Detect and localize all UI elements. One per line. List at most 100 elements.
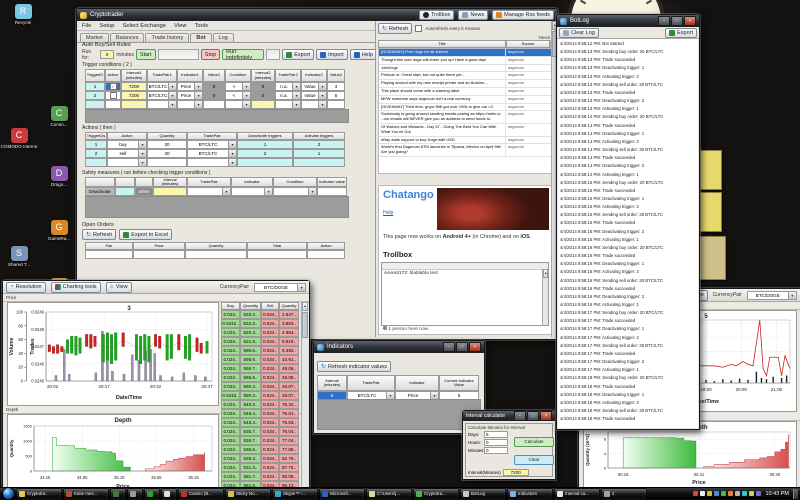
desktop-icon[interactable]: RRecycle [4,4,42,25]
table-cell[interactable]: BTC/LTC▼ [147,82,177,91]
table-cell[interactable]: n.a.▼ [275,82,301,91]
table-cell[interactable] [121,100,147,109]
dropdown-arrow-icon[interactable]: ▼ [168,92,176,99]
log-list[interactable]: 4/4/2014 9:58:12 PM: Bot Started4/4/2014… [558,39,698,428]
table-cell[interactable]: 7200 [121,91,147,100]
indicators-col-0[interactable]: Interval (minutes) [317,375,347,391]
news-row[interactable]: World's first Dogecoin ATM launches in T… [379,144,551,157]
indicators-col-2[interactable]: Indicator [395,375,439,391]
start-button[interactable]: Start [136,49,156,60]
actions-col-4[interactable]: Deactivate triggers [237,132,293,140]
orderbook-row[interactable]: 0.024..596.6..0.024..9.393.. [221,346,301,355]
actions-col-3[interactable]: TradePair [187,132,237,140]
menu-item-view[interactable]: View [174,23,186,29]
news-row[interactable]: Prelude or: Great start, but not quite t… [379,72,551,80]
news-button[interactable]: News [458,10,488,20]
table-cell[interactable] [105,91,121,100]
import-button[interactable]: Import [316,49,348,60]
orderbook-col-0[interactable]: Buy [221,302,240,310]
table-cell[interactable]: ▼ [275,100,301,109]
dropdown-arrow-icon[interactable]: ▼ [318,83,326,90]
table-cell[interactable] [153,187,187,196]
news-row[interactable]: MFW someone says dogecoin isn't a real c… [379,96,551,104]
safety-col-7[interactable]: Indicator value [317,177,347,187]
table-cell[interactable]: BTC/LTC▼ [187,149,237,158]
orderbook-col-3[interactable]: Quantity [279,302,299,310]
chat-scroll-up-icon[interactable]: ▲ [543,269,548,278]
orderbook-row[interactable]: 0.024..590.3..0.024..48.07.. [221,382,301,391]
minutes-input[interactable]: 0 [484,447,508,454]
table-cell[interactable]: ▼ [177,100,203,109]
manage-rss-button[interactable]: Manage Rss feeds [492,10,554,20]
chat-username[interactable]: Anon0172 [384,271,407,276]
table-cell[interactable]: ▼ [301,100,327,109]
minimize-button[interactable]: − [443,342,455,352]
dropdown-arrow-icon[interactable]: ▼ [292,101,300,108]
table-cell[interactable]: sell▼ [107,149,147,158]
dropdown-arrow-icon[interactable]: ▼ [308,188,316,195]
interval-titlebar[interactable]: Interval calculator − □ × [463,411,555,421]
taskbar-button[interactable]: Cryptotra... [413,488,459,500]
tray-icon[interactable] [700,491,705,496]
desktop-icon[interactable]: SShared T... [0,246,38,267]
actions-col-5[interactable]: Activate triggers [293,132,345,140]
orderbook-row[interactable]: 0.024..535.3..0.024..82.76.. [221,454,301,463]
table-cell[interactable] [327,100,345,109]
table-cell[interactable]: Value▼ [301,82,327,91]
taskbar-button[interactable] [110,488,126,500]
orderbook-scroll-up-icon[interactable]: ▲ [302,302,308,311]
trigger-col-4[interactable]: Indicator1 [177,69,203,82]
table-cell[interactable]: ▼ [187,158,237,167]
orderbook-row[interactable]: 0.024..633.2..0.024..2.947.. [221,310,301,319]
dropdown-arrow-icon[interactable]: ▼ [242,101,250,108]
dropdown-arrow-icon[interactable]: ▼ [222,188,230,195]
table-cell[interactable]: BTC/LTC▼ [147,91,177,100]
taskbar-button[interactable]: BotLog [460,488,506,500]
orderbook-row[interactable]: 0.024..536.6..0.024..77.85.. [221,445,301,454]
orderbook-row[interactable]: 0.024..595.6..0.024..48.08.. [221,373,301,382]
tray-icon[interactable] [742,491,747,496]
stop-button[interactable]: Stop [201,49,220,60]
orderbook-scroll-thumb[interactable] [302,312,308,338]
trigger-col-8[interactable]: TradePair2 [275,69,301,82]
trigger-col-2[interactable]: Interval1 (minutes) [121,69,147,82]
botlog-titlebar[interactable]: BotLog − □ × [557,15,699,27]
trigger-col-6[interactable]: Condition [225,69,251,82]
table-cell[interactable]: 30 [147,149,187,158]
news-row[interactable]: JoinDogedogecoin [379,65,551,73]
log-export-button[interactable]: Export [665,28,697,38]
table-cell[interactable] [147,158,187,167]
tray-icon[interactable] [714,491,719,496]
taskbar-button[interactable] [161,488,177,500]
dropdown-arrow-icon[interactable]: ▼ [194,101,202,108]
chatango-logo[interactable]: Chatango [383,189,434,201]
table-cell[interactable]: ▼ [147,100,177,109]
taskbar-button[interactable]: Interval ca... [554,488,600,500]
news-col-source[interactable]: Source [506,40,550,48]
export-button[interactable]: Export [282,49,314,60]
taskbar-button[interactable]: Skype™ -... [272,488,318,500]
sticky-note-gadget[interactable] [700,150,722,190]
indicators-titlebar[interactable]: Indicators − □ × [314,341,484,353]
table-cell[interactable]: Price▼ [177,91,203,100]
tray-icon[interactable] [707,491,712,496]
table-cell[interactable]: 3 [327,82,345,91]
safety-col-2[interactable] [135,177,153,187]
open-orders-col-4[interactable]: Action [307,242,345,250]
clear-button[interactable]: Clear [514,455,554,465]
sticky-note-gadget[interactable] [698,236,726,280]
news-row[interactable]: [GIVEAWAY] Third time, guys! Still got o… [379,104,551,112]
news-row[interactable]: [GIVEAWAY] Free doge for all shibes!doge… [379,49,551,57]
news-row[interactable]: This place should come with a warning la… [379,88,551,96]
tray-icon[interactable] [728,491,733,496]
table-cell[interactable]: ▼ [231,187,273,196]
dropdown-arrow-icon[interactable]: ▼ [228,150,236,157]
orderbook-row[interactable]: 0.024..621.8..0.024..6.918.. [221,337,301,346]
dropdown-arrow-icon[interactable]: ▼ [138,159,146,166]
table-cell[interactable]: Price▼ [177,82,203,91]
orderbook-row[interactable]: 0.024..536.7..0.024..77.04.. [221,436,301,445]
table-cell[interactable]: ▼ [225,100,251,109]
orderbook-col-2[interactable]: Sell [261,302,279,310]
dropdown-arrow-icon[interactable]: ▼ [138,141,146,148]
taskbar-button[interactable]: Katie mes... [63,488,109,500]
